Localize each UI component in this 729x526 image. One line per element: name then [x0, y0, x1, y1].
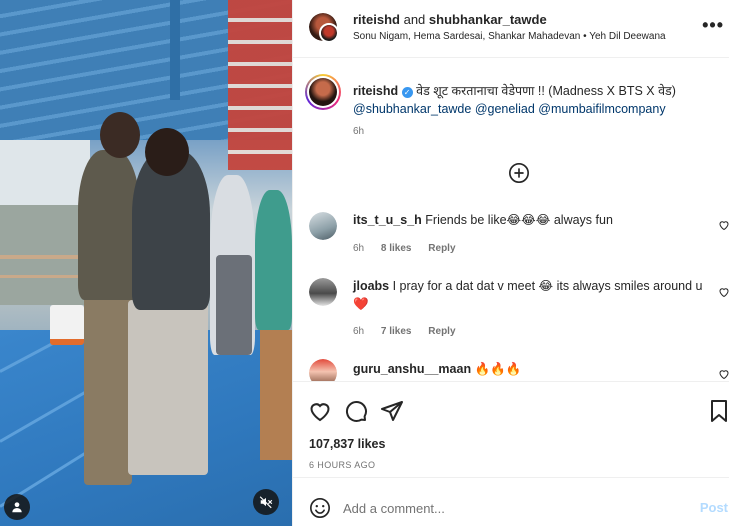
post-header: riteishd and shubhankar_tawde Sonu Nigam…	[293, 0, 729, 58]
comment-like-heart-icon[interactable]	[718, 368, 729, 380]
comment: its_t_u_s_h Friends be like😂😂😂 always fu…	[353, 211, 613, 229]
video-frame-rail	[0, 255, 85, 259]
load-more-comments-button[interactable]	[508, 162, 530, 184]
comment-text: Friends be like😂😂😂 always fun	[425, 213, 613, 227]
comment-age: 6h	[353, 326, 365, 337]
video-frame-bystander	[255, 190, 292, 330]
post-actions: 107,837 likes 6 HOURS AGO	[293, 381, 729, 477]
caption-author-avatar[interactable]	[305, 74, 341, 110]
comment-age: 6h	[353, 243, 365, 254]
caption-age: 6h	[353, 126, 365, 137]
comment-composer: Post	[293, 477, 729, 526]
comment-username[interactable]: its_t_u_s_h	[353, 213, 422, 227]
post-comment-button[interactable]: Post	[700, 500, 728, 515]
comment: jloabs I pray for a dat dat v meet 😂 its…	[353, 277, 703, 313]
emoji-icon[interactable]	[309, 497, 331, 519]
commenter-avatar[interactable]	[309, 359, 337, 381]
more-options-button[interactable]: •••	[702, 16, 724, 34]
comments-section[interactable]: riteishd ✓ वेड शूट करतानाचा वेडेपणा !! (…	[293, 59, 729, 381]
mention-link[interactable]: @mumbaifilmcompany	[538, 102, 665, 116]
video-frame-bucket	[50, 305, 84, 345]
comment-text: I pray for a dat dat v meet 😂 its always…	[392, 279, 703, 293]
author-username[interactable]: riteishd	[353, 12, 400, 27]
bookmark-icon[interactable]	[707, 399, 729, 423]
video-frame-person	[78, 150, 140, 300]
more-icon: •••	[702, 15, 724, 35]
comment-likes[interactable]: 7 likes	[381, 326, 412, 337]
comment-text: 🔥🔥🔥	[474, 362, 522, 376]
video-frame-person-legs	[84, 290, 132, 485]
collaborator-username[interactable]: shubhankar_tawde	[429, 12, 547, 27]
comment-like-heart-icon[interactable]	[718, 286, 729, 298]
comment-username[interactable]: guru_anshu__maan	[353, 362, 471, 376]
post-header-title: riteishd and shubhankar_tawde	[353, 12, 547, 27]
mention-link[interactable]: @geneliad	[475, 102, 535, 116]
video-frame-rail-lower	[0, 275, 85, 278]
like-count[interactable]: 107,837 likes	[309, 437, 385, 451]
comment-input[interactable]	[343, 496, 673, 520]
collab-avatar-front[interactable]	[319, 23, 339, 43]
avatar-ring	[307, 76, 339, 108]
commenter-avatar[interactable]	[309, 212, 337, 240]
comment-reply-button[interactable]: Reply	[428, 326, 455, 337]
comment-meta: 6h 8 likes Reply	[353, 243, 456, 254]
comment-like-heart-icon[interactable]	[718, 219, 729, 231]
share-icon[interactable]	[380, 399, 404, 423]
post-timestamp[interactable]: 6 HOURS AGO	[309, 460, 375, 470]
avatar-image	[309, 278, 337, 306]
video-frame-person-head	[145, 128, 189, 176]
mute-button[interactable]	[253, 489, 279, 515]
comment-likes[interactable]: 8 likes	[381, 243, 412, 254]
video-frame-bystander-legs	[216, 255, 252, 355]
comment-reply-button[interactable]: Reply	[428, 243, 455, 254]
caption-text: वेड शूट करतानाचा वेडेपणा !! (Madness X B…	[416, 84, 676, 98]
user-tag-icon	[12, 502, 22, 513]
comment-icon[interactable]	[344, 399, 368, 423]
comment-text-continued: ❤️	[353, 297, 369, 311]
comment: guru_anshu__maan 🔥🔥🔥	[353, 360, 521, 378]
post-caption: riteishd ✓ वेड शूट करतानाचा वेडेपणा !! (…	[353, 82, 723, 118]
avatar-image	[309, 359, 337, 381]
audio-attribution[interactable]: Sonu Nigam, Hema Sardesai, Shankar Mahad…	[353, 31, 666, 42]
user-tag-button[interactable]	[4, 494, 30, 520]
collab-connector: and	[403, 12, 426, 27]
avatar-image	[309, 212, 337, 240]
speaker-muted-icon	[259, 496, 273, 509]
mention-link[interactable]: @shubhankar_tawde	[353, 102, 471, 116]
video-frame-person-head	[100, 112, 140, 158]
video-frame-post	[170, 0, 180, 100]
video-frame-lifebuoys	[228, 0, 292, 170]
heart-icon[interactable]	[308, 399, 332, 423]
video-frame-crate	[260, 330, 292, 460]
comment-meta: 6h 7 likes Reply	[353, 326, 456, 337]
video-frame-person-legs	[128, 300, 208, 475]
avatar-image	[309, 78, 337, 106]
comment-username[interactable]: jloabs	[353, 279, 389, 293]
commenter-avatar[interactable]	[309, 278, 337, 306]
verified-badge-icon: ✓	[401, 87, 413, 98]
post-details-panel: riteishd and shubhankar_tawde Sonu Nigam…	[292, 0, 729, 526]
post-video[interactable]	[0, 0, 292, 526]
avatar-image	[321, 25, 337, 41]
caption-username[interactable]: riteishd	[353, 84, 398, 98]
